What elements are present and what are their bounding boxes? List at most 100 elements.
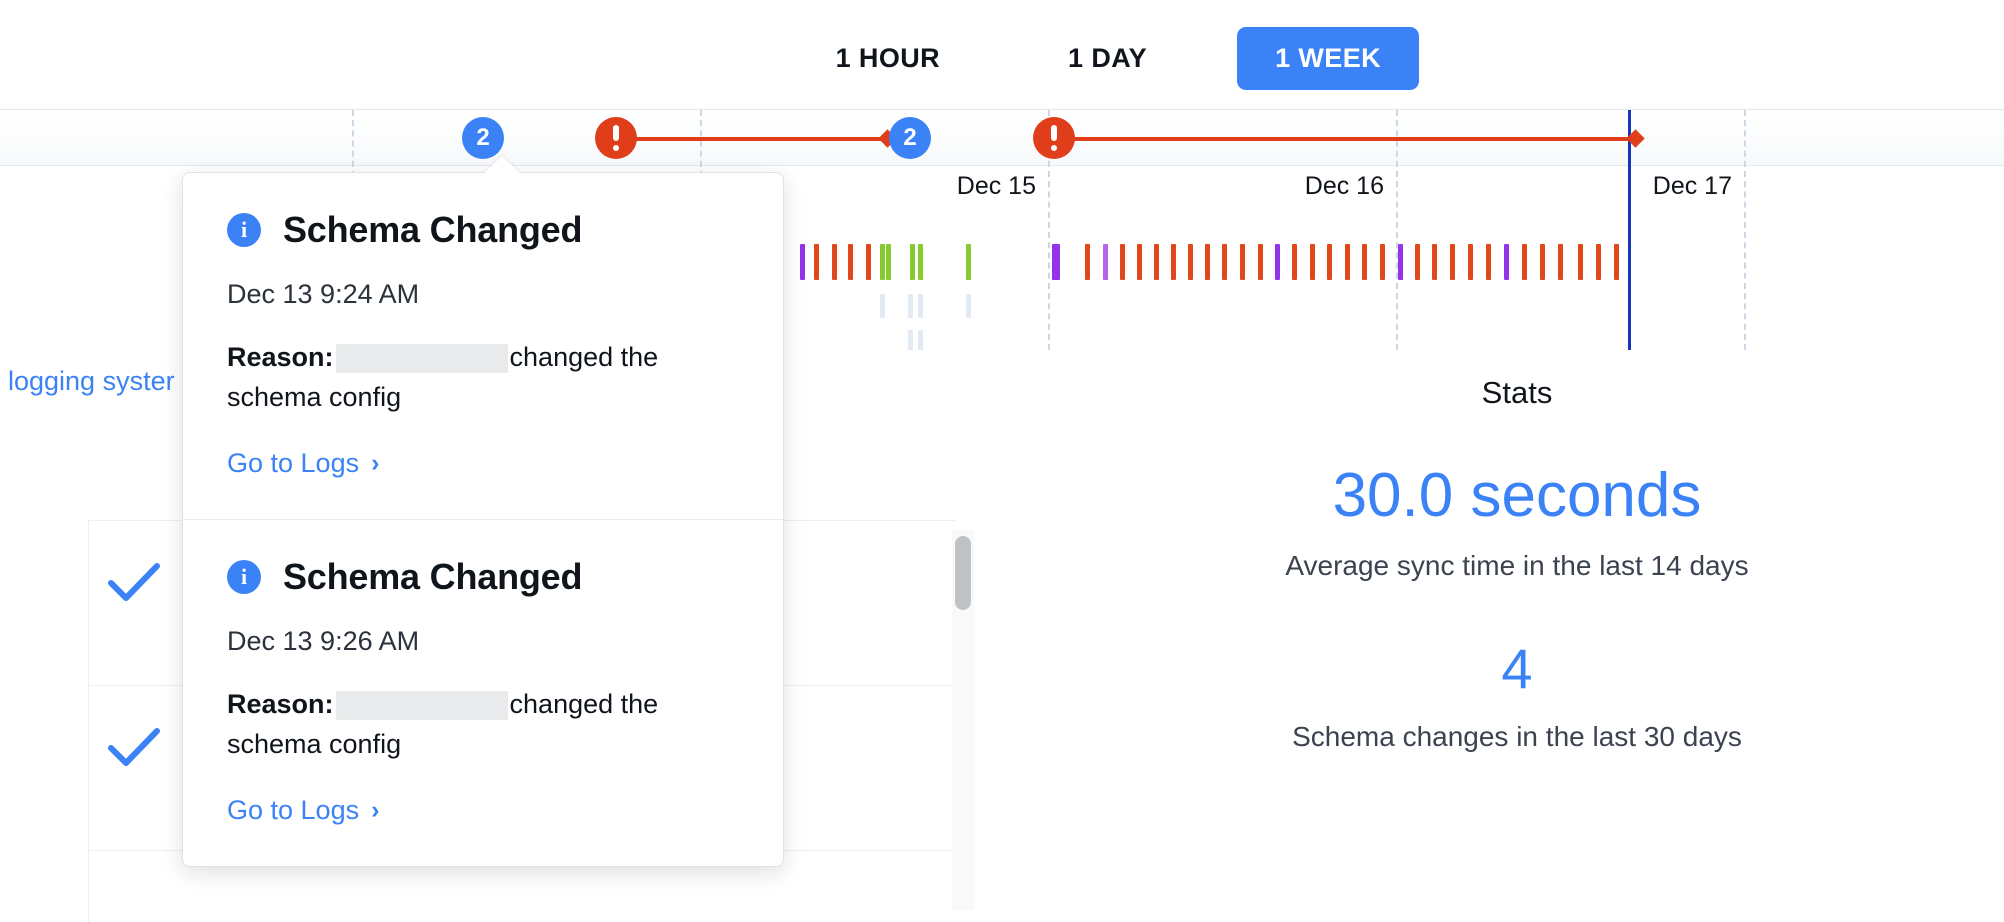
event-details-popup[interactable]: i Schema Changed Dec 13 9:24 AM Reason: c… — [182, 156, 784, 867]
timeline-marker-alert[interactable] — [595, 117, 637, 159]
timeline-now-line — [1628, 110, 1631, 350]
status-check-icon — [89, 551, 179, 603]
sync-tick[interactable] — [1327, 244, 1332, 280]
sync-tick[interactable] — [1171, 244, 1176, 280]
sync-tick[interactable] — [1540, 244, 1545, 280]
sync-tick[interactable] — [1103, 244, 1108, 280]
go-to-logs-label: Go to Logs — [227, 447, 360, 478]
sync-tick[interactable] — [1380, 244, 1385, 280]
alert-icon — [1051, 125, 1057, 151]
timeline-marker-info[interactable]: 2 — [889, 117, 931, 159]
popup-card-reason: Reason: changed the schema config — [227, 685, 739, 765]
sync-tick[interactable] — [918, 244, 923, 280]
alert-icon — [613, 125, 619, 151]
info-icon: i — [227, 559, 261, 594]
timeline-marker-alert[interactable] — [1033, 117, 1075, 159]
stats-panel: Stats 30.0 seconds Average sync time in … — [1030, 350, 2004, 922]
sync-tick[interactable] — [1120, 244, 1125, 280]
popup-card-title: Schema Changed — [283, 555, 583, 597]
range-selector-bar: 1 HOUR 1 DAY 1 WEEK — [0, 0, 2004, 110]
sync-tick[interactable] — [1415, 244, 1420, 280]
sync-tick[interactable] — [1522, 244, 1527, 280]
timeline-day-label: Dec 15 — [956, 172, 1036, 200]
sync-tick[interactable] — [1188, 244, 1193, 280]
reason-label: Reason: — [227, 688, 334, 719]
go-to-logs-link[interactable]: Go to Logs › — [227, 448, 379, 479]
sync-tick[interactable] — [886, 244, 891, 280]
sync-tick[interactable] — [966, 244, 971, 280]
popup-card: i Schema Changed Dec 13 9:26 AM Reason: c… — [183, 518, 783, 866]
sync-tick[interactable] — [1222, 244, 1227, 280]
go-to-logs-label: Go to Logs — [227, 794, 360, 825]
stat-value: 4 — [1501, 637, 1533, 701]
stat-value: 30.0 seconds — [1332, 461, 1702, 530]
list-scrollbar[interactable] — [952, 530, 974, 910]
stat-label: Average sync time in the last 14 days — [1285, 550, 1749, 582]
logging-system-link[interactable]: logging syster — [8, 366, 175, 397]
sync-tick[interactable] — [866, 244, 871, 280]
popup-card: i Schema Changed Dec 13 9:24 AM Reason: c… — [183, 173, 783, 519]
range-button-1-day[interactable]: 1 DAY — [1038, 30, 1177, 87]
chevron-right-icon: › — [371, 795, 380, 824]
sync-tick-secondary — [908, 294, 913, 318]
popup-arrow — [483, 156, 521, 174]
popup-card-timestamp: Dec 13 9:24 AM — [227, 279, 420, 309]
sync-tick[interactable] — [1275, 244, 1280, 280]
sync-tick[interactable] — [1310, 244, 1315, 280]
range-button-1-week[interactable]: 1 WEEK — [1237, 27, 1419, 90]
sync-tick[interactable] — [1596, 244, 1601, 280]
sync-tick[interactable] — [1486, 244, 1491, 280]
range-button-1-hour[interactable]: 1 HOUR — [806, 30, 970, 87]
sync-tick[interactable] — [1292, 244, 1297, 280]
info-icon: i — [227, 213, 261, 247]
sync-tick[interactable] — [1578, 244, 1583, 280]
timeline-gridline — [1744, 110, 1746, 350]
sync-tick[interactable] — [1345, 244, 1350, 280]
sync-tick[interactable] — [1504, 244, 1509, 280]
sync-tick[interactable] — [1398, 244, 1403, 280]
list-scrollbar-thumb[interactable] — [955, 536, 971, 610]
status-check-icon — [89, 716, 179, 768]
timeline-marker-info[interactable]: 2 — [462, 117, 504, 159]
sync-tick-secondary — [918, 294, 923, 318]
sync-tick[interactable] — [1240, 244, 1245, 280]
stats-title: Stats — [1481, 375, 1553, 410]
popup-card-header: i Schema Changed — [227, 556, 739, 598]
reason-label: Reason: — [227, 342, 334, 372]
popup-card-header: i Schema Changed — [227, 209, 739, 251]
stat-label: Schema changes in the last 30 days — [1292, 720, 1742, 752]
sync-tick[interactable] — [1432, 244, 1437, 280]
sync-tick[interactable] — [800, 244, 805, 280]
timeline-event-span — [1054, 129, 1645, 148]
popup-card-title: Schema Changed — [283, 209, 583, 250]
sync-tick[interactable] — [1362, 244, 1367, 280]
popup-card-reason: Reason: changed the schema config — [227, 338, 739, 418]
app-screen: 1 HOUR 1 DAY 1 WEEK Dec 13 Dec 14 Dec 15… — [0, 0, 2004, 922]
sync-tick[interactable] — [1154, 244, 1159, 280]
stat-schema-changes: 4 Schema changes in the last 30 days — [1030, 637, 2004, 753]
sync-tick[interactable] — [832, 244, 837, 280]
range-selector-group: 1 HOUR 1 DAY 1 WEEK — [806, 27, 1419, 90]
timeline-gridline — [1396, 110, 1398, 350]
sync-tick[interactable] — [1258, 244, 1263, 280]
sync-tick[interactable] — [1450, 244, 1455, 280]
timeline-day-label: Dec 16 — [1304, 172, 1384, 200]
popup-card-timestamp: Dec 13 9:26 AM — [227, 625, 420, 656]
sync-tick[interactable] — [814, 244, 819, 280]
timeline-event-lane[interactable] — [0, 110, 2004, 166]
redacted-user — [335, 344, 508, 374]
timeline-event-span — [616, 129, 897, 148]
sync-tick[interactable] — [1085, 244, 1090, 280]
sync-tick[interactable] — [1614, 244, 1619, 280]
sync-tick[interactable] — [910, 244, 915, 280]
sync-tick[interactable] — [1558, 244, 1563, 280]
sync-tick[interactable] — [1468, 244, 1473, 280]
sync-tick[interactable] — [1205, 244, 1210, 280]
sync-tick[interactable] — [880, 244, 885, 280]
stat-average-sync-time: 30.0 seconds Average sync time in the la… — [1030, 463, 2004, 582]
chevron-right-icon: › — [371, 448, 380, 477]
sync-tick[interactable] — [1137, 244, 1142, 280]
sync-tick[interactable] — [1055, 244, 1060, 280]
sync-tick[interactable] — [848, 244, 853, 280]
go-to-logs-link[interactable]: Go to Logs › — [227, 795, 379, 826]
